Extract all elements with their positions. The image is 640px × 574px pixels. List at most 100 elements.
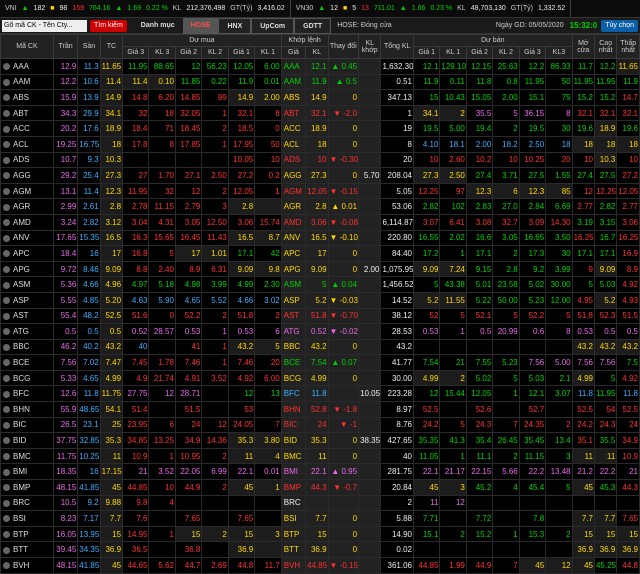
tab-watchlist[interactable]: Danh mục bbox=[133, 18, 183, 34]
symbol-cell[interactable]: AGR bbox=[0, 198, 54, 215]
cell: 5.02 bbox=[465, 369, 494, 387]
symbol-cell[interactable]: APG bbox=[0, 260, 54, 278]
table-row[interactable]: BTT 39.45 34.35 36.9 36.5 36.8 36.9 BTT 36.9 0 0.0… bbox=[0, 541, 640, 558]
options-button[interactable]: Tùy chọn bbox=[601, 19, 638, 32]
stock-search-select[interactable]: Gõ mã CK - Tên Cty... bbox=[2, 19, 87, 32]
table-row[interactable]: ANV 17.65 15.35 16.5 16.3 15.65 16.45 11.43 16.5… bbox=[0, 229, 640, 247]
table-row[interactable]: BFC 12.6 11.8 11.75 27.75 12 28.71 12 13 BFC 11.8 1… bbox=[0, 385, 640, 403]
symbol-cell[interactable]: BHN bbox=[0, 401, 54, 418]
table-row[interactable]: BMI 18.35 16 17.15 21 3.52 22.05 6.99 22.1 0.01 BM… bbox=[0, 463, 640, 481]
table-row[interactable]: AGM 13.1 11.4 12.3 11.95 32 12 2 12.05 1 AGM 12.05 ▼… bbox=[0, 182, 640, 200]
vol-cell: 12.00 bbox=[545, 291, 573, 309]
cell: 22.1 bbox=[412, 463, 441, 481]
symbol-cell[interactable]: ATG bbox=[0, 323, 54, 340]
match-vol-cell bbox=[358, 151, 382, 169]
ref-cell: 11.4 bbox=[99, 73, 124, 91]
table-row[interactable]: BIC 26.5 23.1 25 23.95 6 24 12 24.05 7 BIC 24 ▼ -1 8.… bbox=[0, 416, 640, 434]
symbol-cell[interactable]: APC bbox=[0, 245, 54, 262]
symbol-cell[interactable]: BCE bbox=[0, 354, 54, 371]
symbol-cell[interactable]: AAA bbox=[0, 58, 54, 75]
ref-cell: 25 bbox=[99, 416, 124, 434]
table-row[interactable]: ASM 5.36 4.66 4.96 4.97 5.18 4.98 3.99 4.99 2.30 A… bbox=[0, 276, 640, 293]
symbol-cell[interactable]: ASM bbox=[0, 276, 54, 293]
ceiling-cell: 19.25 bbox=[52, 135, 79, 153]
table-row[interactable]: ASP 5.55 4.85 5.20 4.63 5.90 4.65 5.52 4.66 3.02 A… bbox=[0, 291, 640, 309]
table-row[interactable]: APC 18.4 16 17 16.8 5 17 1.01 17.1 42 APC 17 0 84.40 1… bbox=[0, 245, 640, 262]
table-row[interactable]: BCE 7.56 7.02 7.47 7.45 1.78 7.46 1 7.46 20 BCE 7.5… bbox=[0, 354, 640, 371]
symbol-cell[interactable]: ANV bbox=[0, 229, 54, 247]
table-row[interactable]: AGG 29.2 25.4 27.3 27 1.70 27.1 2.50 27.2 0.2 AGG 2… bbox=[0, 167, 640, 184]
table-row[interactable]: BTP 16.05 13.95 15 14.95 1 15 2 15 3 BTP 15 0 14.90 15… bbox=[0, 525, 640, 543]
symbol-cell[interactable]: AMD bbox=[0, 213, 54, 231]
symbol-cell[interactable]: BTT bbox=[0, 541, 54, 558]
table-row[interactable]: ABT 34.3 29.9 34.1 32 18 32.05 1 32.1 8 ABT 32.1 ▼ -… bbox=[0, 104, 640, 122]
table-row[interactable]: BRC 10.5 9.2 9.88 9.8 4 BRC 2 11 12 bbox=[0, 494, 640, 512]
symbol-cell[interactable]: AGM bbox=[0, 182, 54, 200]
table-row[interactable]: ACC 20.2 17.6 18.9 18.4 71 18.45 2 18.5 0 ACC 18.9 0… bbox=[0, 120, 640, 137]
table-row[interactable]: BVH 48.15 41.85 45 44.65 5.62 44.7 2.69 44.8 11.7… bbox=[0, 557, 640, 574]
symbol-cell[interactable]: AST bbox=[0, 307, 54, 325]
table-row[interactable]: ABS 15.9 13.9 14.9 14.8 6.20 14.85 99 14.9 2.00 AB… bbox=[0, 89, 640, 106]
table-row[interactable]: BHN 55.9 48.65 54.1 51.4 51.5 53 BHN 52.8 ▼ -1.8 8… bbox=[0, 401, 640, 418]
table-row[interactable]: BCG 5.33 4.65 4.99 4.9 21.74 4.91 3.52 4.92 6.00 B… bbox=[0, 369, 640, 387]
symbol-cell[interactable]: BRC bbox=[0, 494, 54, 512]
cell: 35.1 bbox=[571, 432, 595, 449]
ref-cell: 14.9 bbox=[99, 89, 124, 106]
symbol-cell[interactable]: ACC bbox=[0, 120, 54, 137]
symbol-cell[interactable]: BVH bbox=[0, 557, 54, 574]
col-match-vol: KL khớp bbox=[358, 34, 382, 59]
symbol-cell[interactable]: ABS bbox=[0, 89, 54, 106]
table-row[interactable]: APG 9.72 8.46 9.09 8.8 2.40 8.9 6.31 9.09 9.8 APG 9… bbox=[0, 260, 640, 278]
table-row[interactable]: ADS 10.7 9.3 10.3 10.05 10 ADS 10 ▼ -0.30 20 10 2.6… bbox=[0, 151, 640, 169]
symbol-cell[interactable]: BID bbox=[0, 432, 54, 449]
cell: 14.9 bbox=[227, 89, 256, 106]
cell: 10.9 bbox=[616, 447, 640, 465]
change-cell: ▼ -0.7 bbox=[327, 479, 360, 496]
col-symbol[interactable]: Mã CK bbox=[0, 34, 54, 59]
table-row[interactable]: BMP 48.15 41.85 45 44.85 10 44.9 2 45 1 BMP 44.3 ▼ -… bbox=[0, 479, 640, 496]
symbol-cell[interactable]: BFC bbox=[0, 385, 54, 403]
vol-cell: 8 bbox=[148, 135, 176, 153]
table-row[interactable]: AMD 3.24 2.82 3.12 3.04 4.31 3.05 12.50 3.06 15.7… bbox=[0, 213, 640, 231]
symbol-cell[interactable]: BMP bbox=[0, 479, 54, 496]
vol-cell: 0.10 bbox=[148, 73, 176, 91]
search-button[interactable]: Tìm kiếm bbox=[90, 19, 127, 32]
vol-cell: 3.07 bbox=[545, 385, 573, 403]
index-1[interactable]: VN30 ▲ 12 ■ 5 13 711.01 ▲ 1.66 0.23 % KL 48,703,130… bbox=[291, 0, 572, 17]
symbol-cell[interactable]: BBC bbox=[0, 338, 54, 356]
symbol-cell[interactable]: BIC bbox=[0, 416, 54, 434]
table-row[interactable]: BID 37.75 32.85 35.3 34.85 13.25 34.9 14.36 35.3… bbox=[0, 432, 640, 449]
vol-cell: 4 bbox=[254, 447, 282, 465]
advance-icon: ▲ bbox=[318, 5, 326, 12]
table-row[interactable]: ATG 0.5 0.5 0.5 0.52 28.57 0.53 1 0.53 6 ATG 0.52 ▼ … bbox=[0, 323, 640, 340]
table-row[interactable]: AGR 2.99 2.61 2.8 2.78 11.15 2.79 3 2.8 AGR 2.8 ▲ 0… bbox=[0, 198, 640, 215]
symbol-cell[interactable]: ASP bbox=[0, 291, 54, 309]
cell: 27.5 bbox=[593, 167, 618, 184]
symbol-cell[interactable]: BTP bbox=[0, 525, 54, 543]
table-row[interactable]: AAM 12.2 10.6 11.4 11.4 0.10 11.85 0.22 11.9 0.01… bbox=[0, 73, 640, 91]
ref-cell: 36.9 bbox=[99, 541, 124, 558]
symbol-cell[interactable]: AAM bbox=[0, 73, 54, 91]
change-cell: 0 bbox=[327, 432, 360, 449]
table-row[interactable]: AST 55.4 48.2 52.5 51.6 0 52.2 2 51.8 2 AST 51.8 ▼ -… bbox=[0, 307, 640, 325]
ceiling-cell: 5.55 bbox=[52, 291, 79, 309]
symbol-cell[interactable]: ADS bbox=[0, 151, 54, 169]
total-vol-cell: 30.00 bbox=[380, 369, 414, 387]
index-0[interactable]: VNI ▲ 182 ■ 98 159 764.16 ▲ 1.69 0.22 % KL 212,376,… bbox=[0, 0, 291, 17]
symbol-cell[interactable]: AGG bbox=[0, 167, 54, 184]
symbol-cell[interactable]: BMC bbox=[0, 447, 54, 465]
tab-hnx[interactable]: HNX bbox=[218, 17, 252, 34]
table-row[interactable]: BBC 46.2 40.2 43.2 40 41 1 43.2 5 BBC 43.2 0 43.2 43.… bbox=[0, 338, 640, 356]
table-row[interactable]: ACL 19.25 16.75 18 17.8 8 17.85 1 17.95 50 ACL 18 0 8… bbox=[0, 135, 640, 153]
tab-hose[interactable]: HOSE bbox=[182, 17, 219, 34]
table-row[interactable]: AAA 12.9 11.3 11.65 11.95 88.65 12 56.23 12.05 6.… bbox=[0, 58, 640, 75]
symbol-cell[interactable]: ACL bbox=[0, 135, 54, 153]
table-row[interactable]: BMC 11.75 10.25 11 10.9 1 10.95 2 11 4 BMC 11 0 40 11.… bbox=[0, 447, 640, 465]
tab-upcom[interactable]: UpCom bbox=[251, 17, 295, 34]
symbol-cell[interactable]: BCG bbox=[0, 369, 54, 387]
vol-cell bbox=[201, 385, 229, 403]
symbol-cell[interactable]: BMI bbox=[0, 463, 54, 481]
ceiling-cell: 12.6 bbox=[52, 385, 79, 403]
symbol-cell[interactable]: ABT bbox=[0, 104, 54, 122]
tab-gdtt[interactable]: GDTT bbox=[294, 17, 332, 34]
